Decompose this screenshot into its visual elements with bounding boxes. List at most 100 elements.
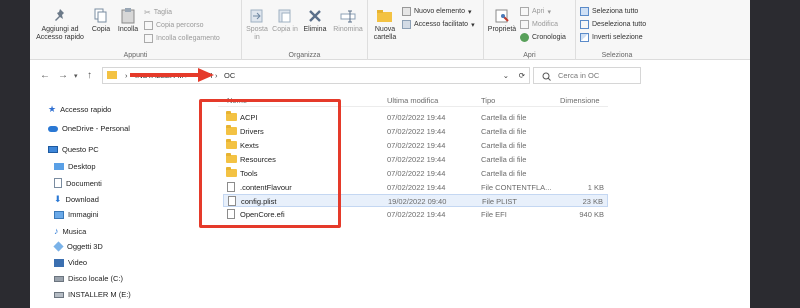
new-item-button[interactable]: Nuovo elemento ▾: [402, 7, 472, 16]
sidebar-item-label: Immagini: [68, 210, 99, 219]
rename-button[interactable]: Rinomina: [332, 8, 364, 34]
column-header-type[interactable]: Tipo: [481, 96, 495, 105]
easy-access-icon: [402, 20, 411, 29]
delete-x-icon: [309, 10, 321, 22]
sidebar-item-video[interactable]: Video: [54, 258, 87, 267]
pictures-icon: [54, 210, 64, 219]
copy-to-button[interactable]: Copia in: [272, 8, 298, 34]
select-group: Seleziona tutto Deseleziona tutto Invert…: [576, 0, 658, 60]
properties-icon: [495, 9, 509, 23]
link-icon: [144, 34, 153, 43]
sidebar-item-desktop[interactable]: Desktop: [54, 162, 96, 171]
sidebar-item-label: Musica: [62, 226, 87, 236]
new-folder-label: Nuova cartella: [373, 26, 397, 41]
file-explorer-window: Aggiungi ad Accesso rapido Copia Incolla…: [30, 0, 750, 308]
sidebar-item-onedrive[interactable]: OneDrive - Personal: [48, 124, 130, 133]
edit-label: Modifica: [532, 21, 559, 28]
open-button[interactable]: Apri ▾: [520, 7, 551, 16]
file-date: 07/02/2022 19:44: [387, 155, 446, 164]
cut-button[interactable]: ✂ Taglia: [144, 8, 172, 17]
open-icon: [520, 7, 529, 16]
file-date: 07/02/2022 19:44: [387, 169, 446, 178]
sidebar-item-3d-objects[interactable]: Oggetti 3D: [53, 241, 103, 252]
sidebar-item-quick-access[interactable]: ★ Accesso rapido: [48, 104, 111, 115]
chevron-down-icon[interactable]: ⌄: [503, 71, 509, 80]
paste-button[interactable]: Incolla: [115, 8, 141, 34]
refresh-icon[interactable]: ⟳: [519, 71, 525, 80]
sidebar-item-label: Desktop: [68, 162, 96, 171]
select-none-label: Deseleziona tutto: [592, 21, 647, 28]
new-item-icon: [402, 7, 411, 16]
navigation-pane: ★ Accesso rapido OneDrive - Personal Que…: [30, 96, 220, 308]
paste-link-button[interactable]: Incolla collegamento: [144, 34, 220, 43]
open-label: Apri: [532, 8, 545, 15]
sidebar-item-label: Oggetti 3D: [67, 242, 103, 251]
breadcrumb-oc[interactable]: OC: [224, 71, 235, 80]
move-to-button[interactable]: Sposta in: [244, 8, 270, 42]
properties-button[interactable]: Proprietà: [486, 8, 518, 34]
clipboard-group: Aggiungi ad Accesso rapido Copia Incolla…: [30, 0, 242, 60]
file-type: Cartella di file: [481, 141, 527, 150]
edit-button[interactable]: Modifica: [520, 20, 558, 29]
sidebar-item-this-pc[interactable]: Questo PC: [48, 145, 99, 154]
pin-quick-access-button[interactable]: Aggiungi ad Accesso rapido: [32, 8, 88, 42]
file-type: File PLIST: [482, 197, 518, 206]
invert-selection-icon: [580, 33, 589, 42]
video-icon: [54, 258, 64, 267]
open-group-label: Apri: [523, 52, 536, 59]
copy-path-button[interactable]: Copia percorso: [144, 21, 203, 30]
rename-icon: [340, 10, 356, 23]
background-left: [0, 0, 30, 308]
copy-to-label: Copia in: [272, 26, 298, 33]
sidebar-item-documents[interactable]: Documenti: [54, 178, 102, 188]
back-arrow-icon[interactable]: ←: [40, 70, 50, 81]
history-button[interactable]: Cronologia: [520, 33, 566, 42]
select-all-button[interactable]: Seleziona tutto: [580, 7, 638, 16]
edit-icon: [520, 20, 529, 29]
cut-label: Taglia: [153, 9, 172, 16]
sidebar-item-pictures[interactable]: Immagini: [54, 210, 98, 219]
documents-icon: [54, 178, 62, 188]
file-type: Cartella di file: [481, 113, 527, 122]
invert-selection-label: Inverti selezione: [592, 34, 643, 41]
file-date: 07/02/2022 19:44: [387, 141, 446, 150]
history-label: Cronologia: [532, 34, 566, 41]
move-icon: [250, 9, 263, 23]
paste-link-label: Incolla collegamento: [156, 35, 220, 42]
forward-arrow-icon[interactable]: →: [58, 70, 68, 81]
file-size: 1 KB: [587, 183, 604, 192]
new-folder-button[interactable]: Nuova cartella: [370, 8, 400, 42]
star-icon: ★: [48, 104, 57, 114]
sidebar-item-label: Questo PC: [62, 145, 99, 154]
open-group: Proprietà Apri ▾ Modifica Cronologia Apr…: [484, 0, 576, 60]
move-label: Sposta in: [246, 26, 268, 41]
properties-label: Proprietà: [487, 26, 517, 33]
file-type: Cartella di file: [481, 155, 527, 164]
sidebar-item-label: INSTALLER M (E:): [68, 290, 131, 299]
file-date: 07/02/2022 19:44: [387, 113, 446, 122]
sidebar-item-label: OneDrive - Personal: [62, 124, 130, 133]
copy-to-icon: [278, 9, 291, 23]
music-icon: ♪: [54, 226, 59, 236]
select-none-button[interactable]: Deseleziona tutto: [580, 20, 646, 29]
search-input[interactable]: Cerca in OC: [533, 67, 641, 84]
copy-path-label: Copia percorso: [156, 22, 204, 29]
up-arrow-icon[interactable]: ↑: [87, 70, 92, 81]
sidebar-item-music[interactable]: ♪ Musica: [54, 226, 86, 236]
invert-selection-button[interactable]: Inverti selezione: [580, 33, 643, 42]
file-date: 07/02/2022 19:44: [387, 183, 446, 192]
copy-button[interactable]: Copia: [90, 8, 112, 34]
easy-access-button[interactable]: Accesso facilitato ▾: [402, 20, 475, 29]
search-icon: [542, 72, 551, 81]
sidebar-item-label: Disco locale (C:): [68, 274, 124, 283]
file-size: 940 KB: [579, 210, 604, 219]
delete-button[interactable]: Elimina: [302, 8, 328, 34]
cloud-icon: [48, 125, 58, 132]
sidebar-item-installer-drive[interactable]: INSTALLER M (E:): [54, 290, 131, 299]
sidebar-item-download[interactable]: ⬇ Download: [54, 194, 99, 205]
chevron-down-icon[interactable]: ▾: [74, 72, 78, 80]
column-header-date[interactable]: Ultima modifica: [387, 96, 438, 105]
select-group-label: Seleziona: [601, 52, 633, 59]
sidebar-item-local-disk[interactable]: Disco locale (C:): [54, 274, 123, 283]
column-header-size[interactable]: Dimensione: [560, 96, 600, 105]
